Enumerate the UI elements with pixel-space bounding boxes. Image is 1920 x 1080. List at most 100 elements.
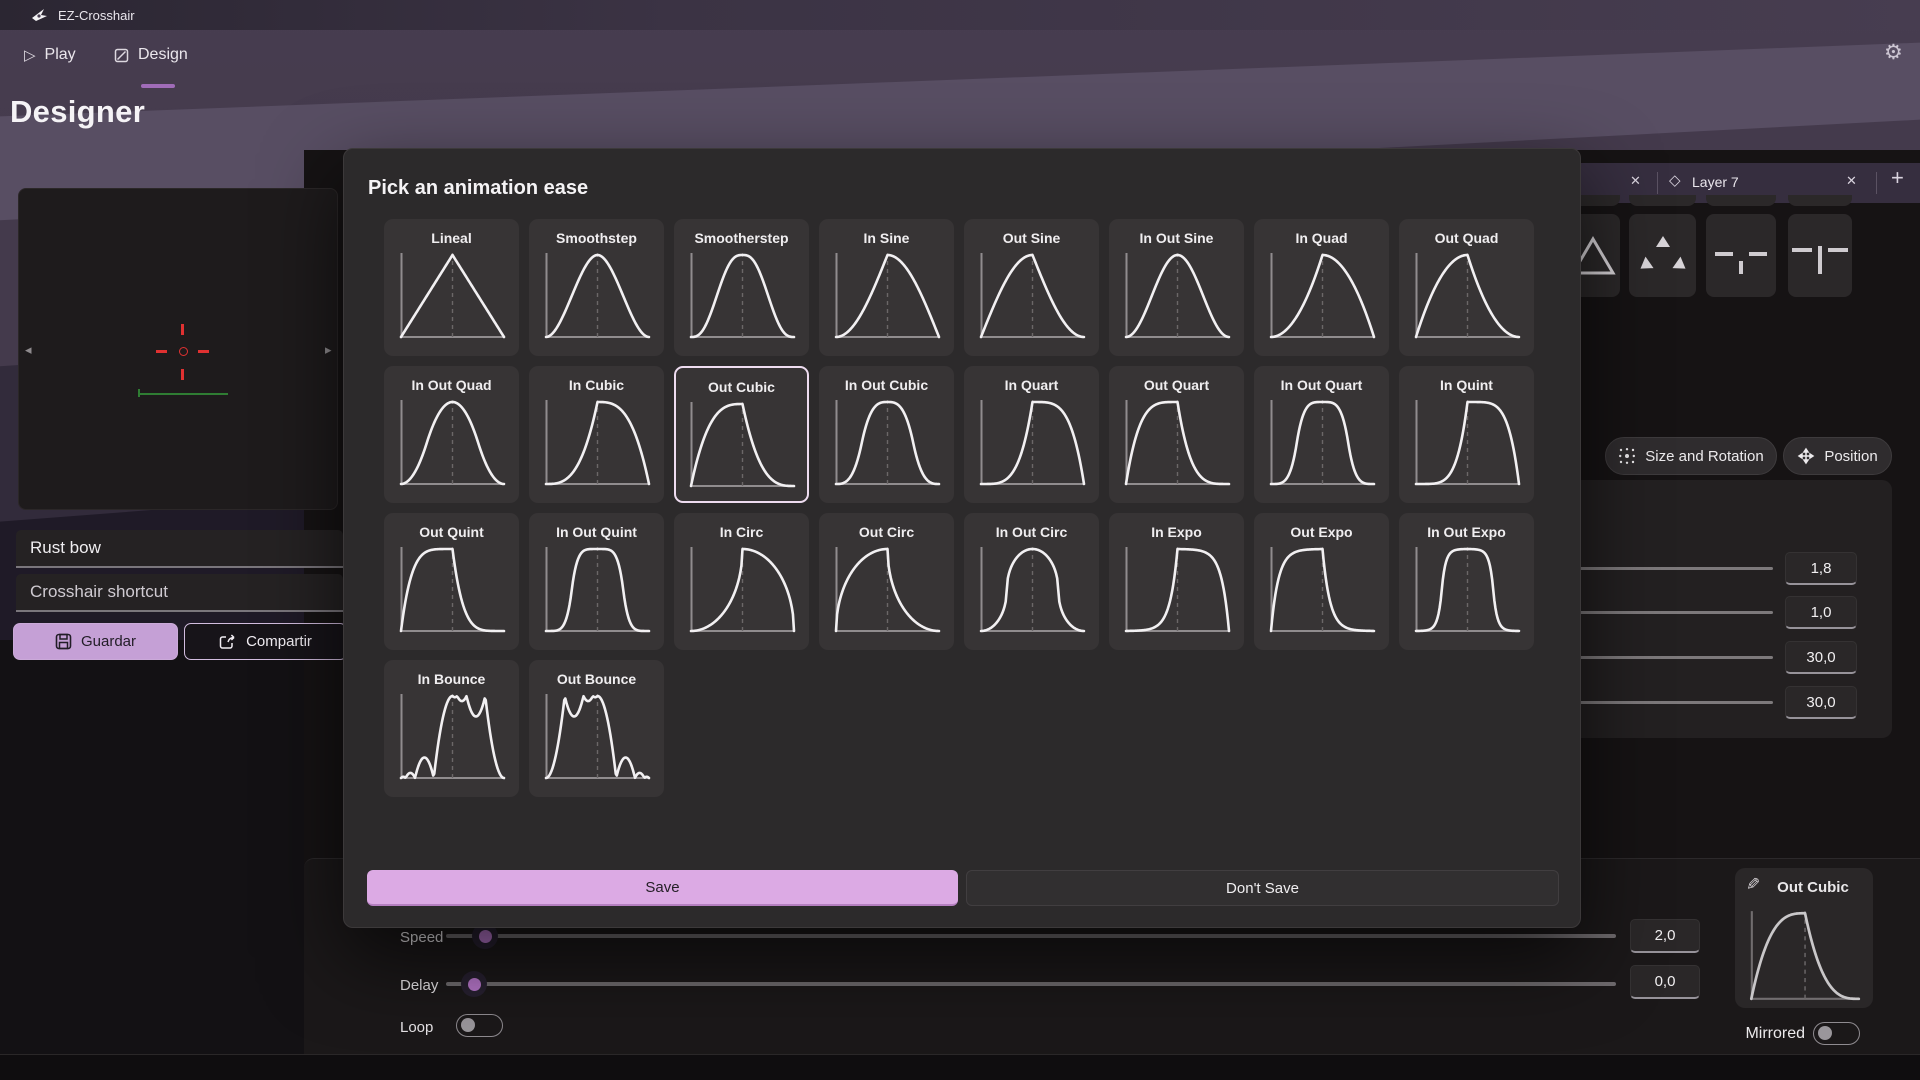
crosshair-name-input[interactable]: [16, 530, 343, 568]
ease-option-label: Out Bounce: [529, 671, 664, 687]
preview-next-button[interactable]: ▸: [325, 342, 332, 358]
save-crosshair-button[interactable]: Guardar: [13, 623, 178, 660]
ease-option-label: Out Expo: [1254, 524, 1389, 540]
ease-option[interactable]: In Sine: [819, 219, 954, 356]
ease-option[interactable]: In Quint: [1399, 366, 1534, 503]
ease-option-label: In Out Expo: [1399, 524, 1534, 540]
toggle-knob: [1818, 1026, 1832, 1040]
ease-option[interactable]: Out Quint: [384, 513, 519, 650]
save-button[interactable]: Save: [367, 870, 958, 906]
size-value-box[interactable]: 30,0: [1785, 686, 1857, 719]
speed-slider-thumb[interactable]: [479, 930, 492, 943]
ease-option[interactable]: In Bounce: [384, 660, 519, 797]
ease-option-label: Smoothstep: [529, 230, 664, 246]
floppy-icon: [55, 633, 72, 650]
size-rotation-sliders-panel: 1,8 1,0 30,0 30,0: [1560, 480, 1892, 738]
ease-option[interactable]: Out Quad: [1399, 219, 1534, 356]
size-slider[interactable]: [1560, 611, 1773, 614]
close-hidden-tab-icon[interactable]: ✕: [1630, 173, 1641, 189]
ease-option[interactable]: Smoothstep: [529, 219, 664, 356]
app-title: EZ-Crosshair: [58, 8, 135, 23]
shape-preset-t-short[interactable]: [1706, 214, 1776, 297]
ease-curve-graph: [1121, 249, 1232, 341]
size-slider[interactable]: [1560, 701, 1773, 704]
ease-option[interactable]: Out Bounce: [529, 660, 664, 797]
ease-option[interactable]: Out Expo: [1254, 513, 1389, 650]
ease-option-label: In Quad: [1254, 230, 1389, 246]
ease-curve-graph: [686, 398, 797, 490]
ease-option-label: In Out Quart: [1254, 377, 1389, 393]
tab-play[interactable]: ▷ Play: [24, 46, 76, 64]
crosshair-left-dash: [156, 350, 167, 353]
ease-curve-graph: [1266, 396, 1377, 488]
ease-option[interactable]: In Quart: [964, 366, 1099, 503]
delay-slider-thumb[interactable]: [468, 978, 481, 991]
ease-option-label: In Out Quint: [529, 524, 664, 540]
ease-option[interactable]: Out Quart: [1109, 366, 1244, 503]
ease-option[interactable]: In Out Circ: [964, 513, 1099, 650]
ease-option-label: In Expo: [1109, 524, 1244, 540]
delay-slider[interactable]: [446, 982, 1616, 986]
ease-curve-graph: [831, 249, 942, 341]
mirrored-toggle[interactable]: [1813, 1022, 1860, 1045]
ease-option[interactable]: Out Sine: [964, 219, 1099, 356]
current-ease-card[interactable]: ✎ Out Cubic: [1735, 868, 1873, 1008]
speed-label: Speed: [400, 929, 443, 946]
ease-option-label: Out Quint: [384, 524, 519, 540]
t-long-icon: [1792, 234, 1848, 278]
size-slider[interactable]: [1560, 567, 1773, 570]
speed-slider[interactable]: [446, 934, 1616, 938]
ease-option[interactable]: Out Cubic: [674, 366, 809, 503]
size-rotation-label: Size and Rotation: [1645, 448, 1763, 465]
preview-prev-button[interactable]: ◂: [25, 342, 32, 358]
size-value-box[interactable]: 1,0: [1785, 596, 1857, 629]
page-title: Designer: [10, 94, 145, 130]
shape-card-clipped: [1629, 195, 1696, 206]
close-layer-tab-icon[interactable]: ✕: [1846, 173, 1857, 189]
settings-gear-icon[interactable]: ⚙: [1884, 40, 1903, 65]
ease-option-label: Out Quad: [1399, 230, 1534, 246]
ease-option[interactable]: In Circ: [674, 513, 809, 650]
ease-option[interactable]: Out Circ: [819, 513, 954, 650]
size-value-box[interactable]: 1,8: [1785, 552, 1857, 585]
ease-option[interactable]: In Out Quint: [529, 513, 664, 650]
ease-option[interactable]: In Cubic: [529, 366, 664, 503]
ease-option[interactable]: Smootherstep: [674, 219, 809, 356]
ease-option[interactable]: Lineal: [384, 219, 519, 356]
ease-curve-graph: [541, 396, 652, 488]
ease-option[interactable]: In Out Expo: [1399, 513, 1534, 650]
position-tab[interactable]: Position: [1783, 437, 1892, 475]
share-crosshair-button[interactable]: Compartir: [184, 623, 347, 660]
layer-diamond-icon: ◇: [1669, 171, 1681, 189]
ease-option[interactable]: In Quad: [1254, 219, 1389, 356]
tab-design[interactable]: Design: [114, 46, 188, 64]
shape-preset-spread-arrows[interactable]: [1629, 214, 1696, 297]
ease-option[interactable]: In Expo: [1109, 513, 1244, 650]
tab-divider: [1657, 172, 1658, 194]
ease-curve-graph: [396, 396, 507, 488]
ease-option[interactable]: In Out Sine: [1109, 219, 1244, 356]
crosshair-shortcut-input[interactable]: [16, 574, 343, 612]
toggle-knob: [461, 1018, 475, 1032]
size-rotation-icon: [1618, 447, 1636, 465]
ease-option-label: Out Circ: [819, 524, 954, 540]
spread-arrows-icon: [1636, 232, 1690, 280]
delay-value-box[interactable]: 0,0: [1630, 965, 1700, 999]
ease-option-label: In Quart: [964, 377, 1099, 393]
ease-curve-graph: [976, 249, 1087, 341]
ease-option[interactable]: In Out Quad: [384, 366, 519, 503]
size-slider[interactable]: [1560, 656, 1773, 659]
speed-value-box[interactable]: 2,0: [1630, 919, 1700, 953]
shape-preset-t-long[interactable]: [1788, 214, 1852, 297]
tab-divider: [1876, 172, 1877, 194]
size-rotation-tab[interactable]: Size and Rotation: [1605, 437, 1777, 475]
ease-curve-graph: [541, 249, 652, 341]
layer-tab[interactable]: Layer 7: [1692, 174, 1739, 190]
add-layer-icon[interactable]: +: [1891, 165, 1904, 191]
ease-option[interactable]: In Out Cubic: [819, 366, 954, 503]
crosshair-center-circle: [179, 347, 188, 356]
size-value-box[interactable]: 30,0: [1785, 641, 1857, 674]
loop-toggle[interactable]: [456, 1014, 503, 1037]
ease-option[interactable]: In Out Quart: [1254, 366, 1389, 503]
dont-save-button[interactable]: Don't Save: [966, 870, 1559, 906]
